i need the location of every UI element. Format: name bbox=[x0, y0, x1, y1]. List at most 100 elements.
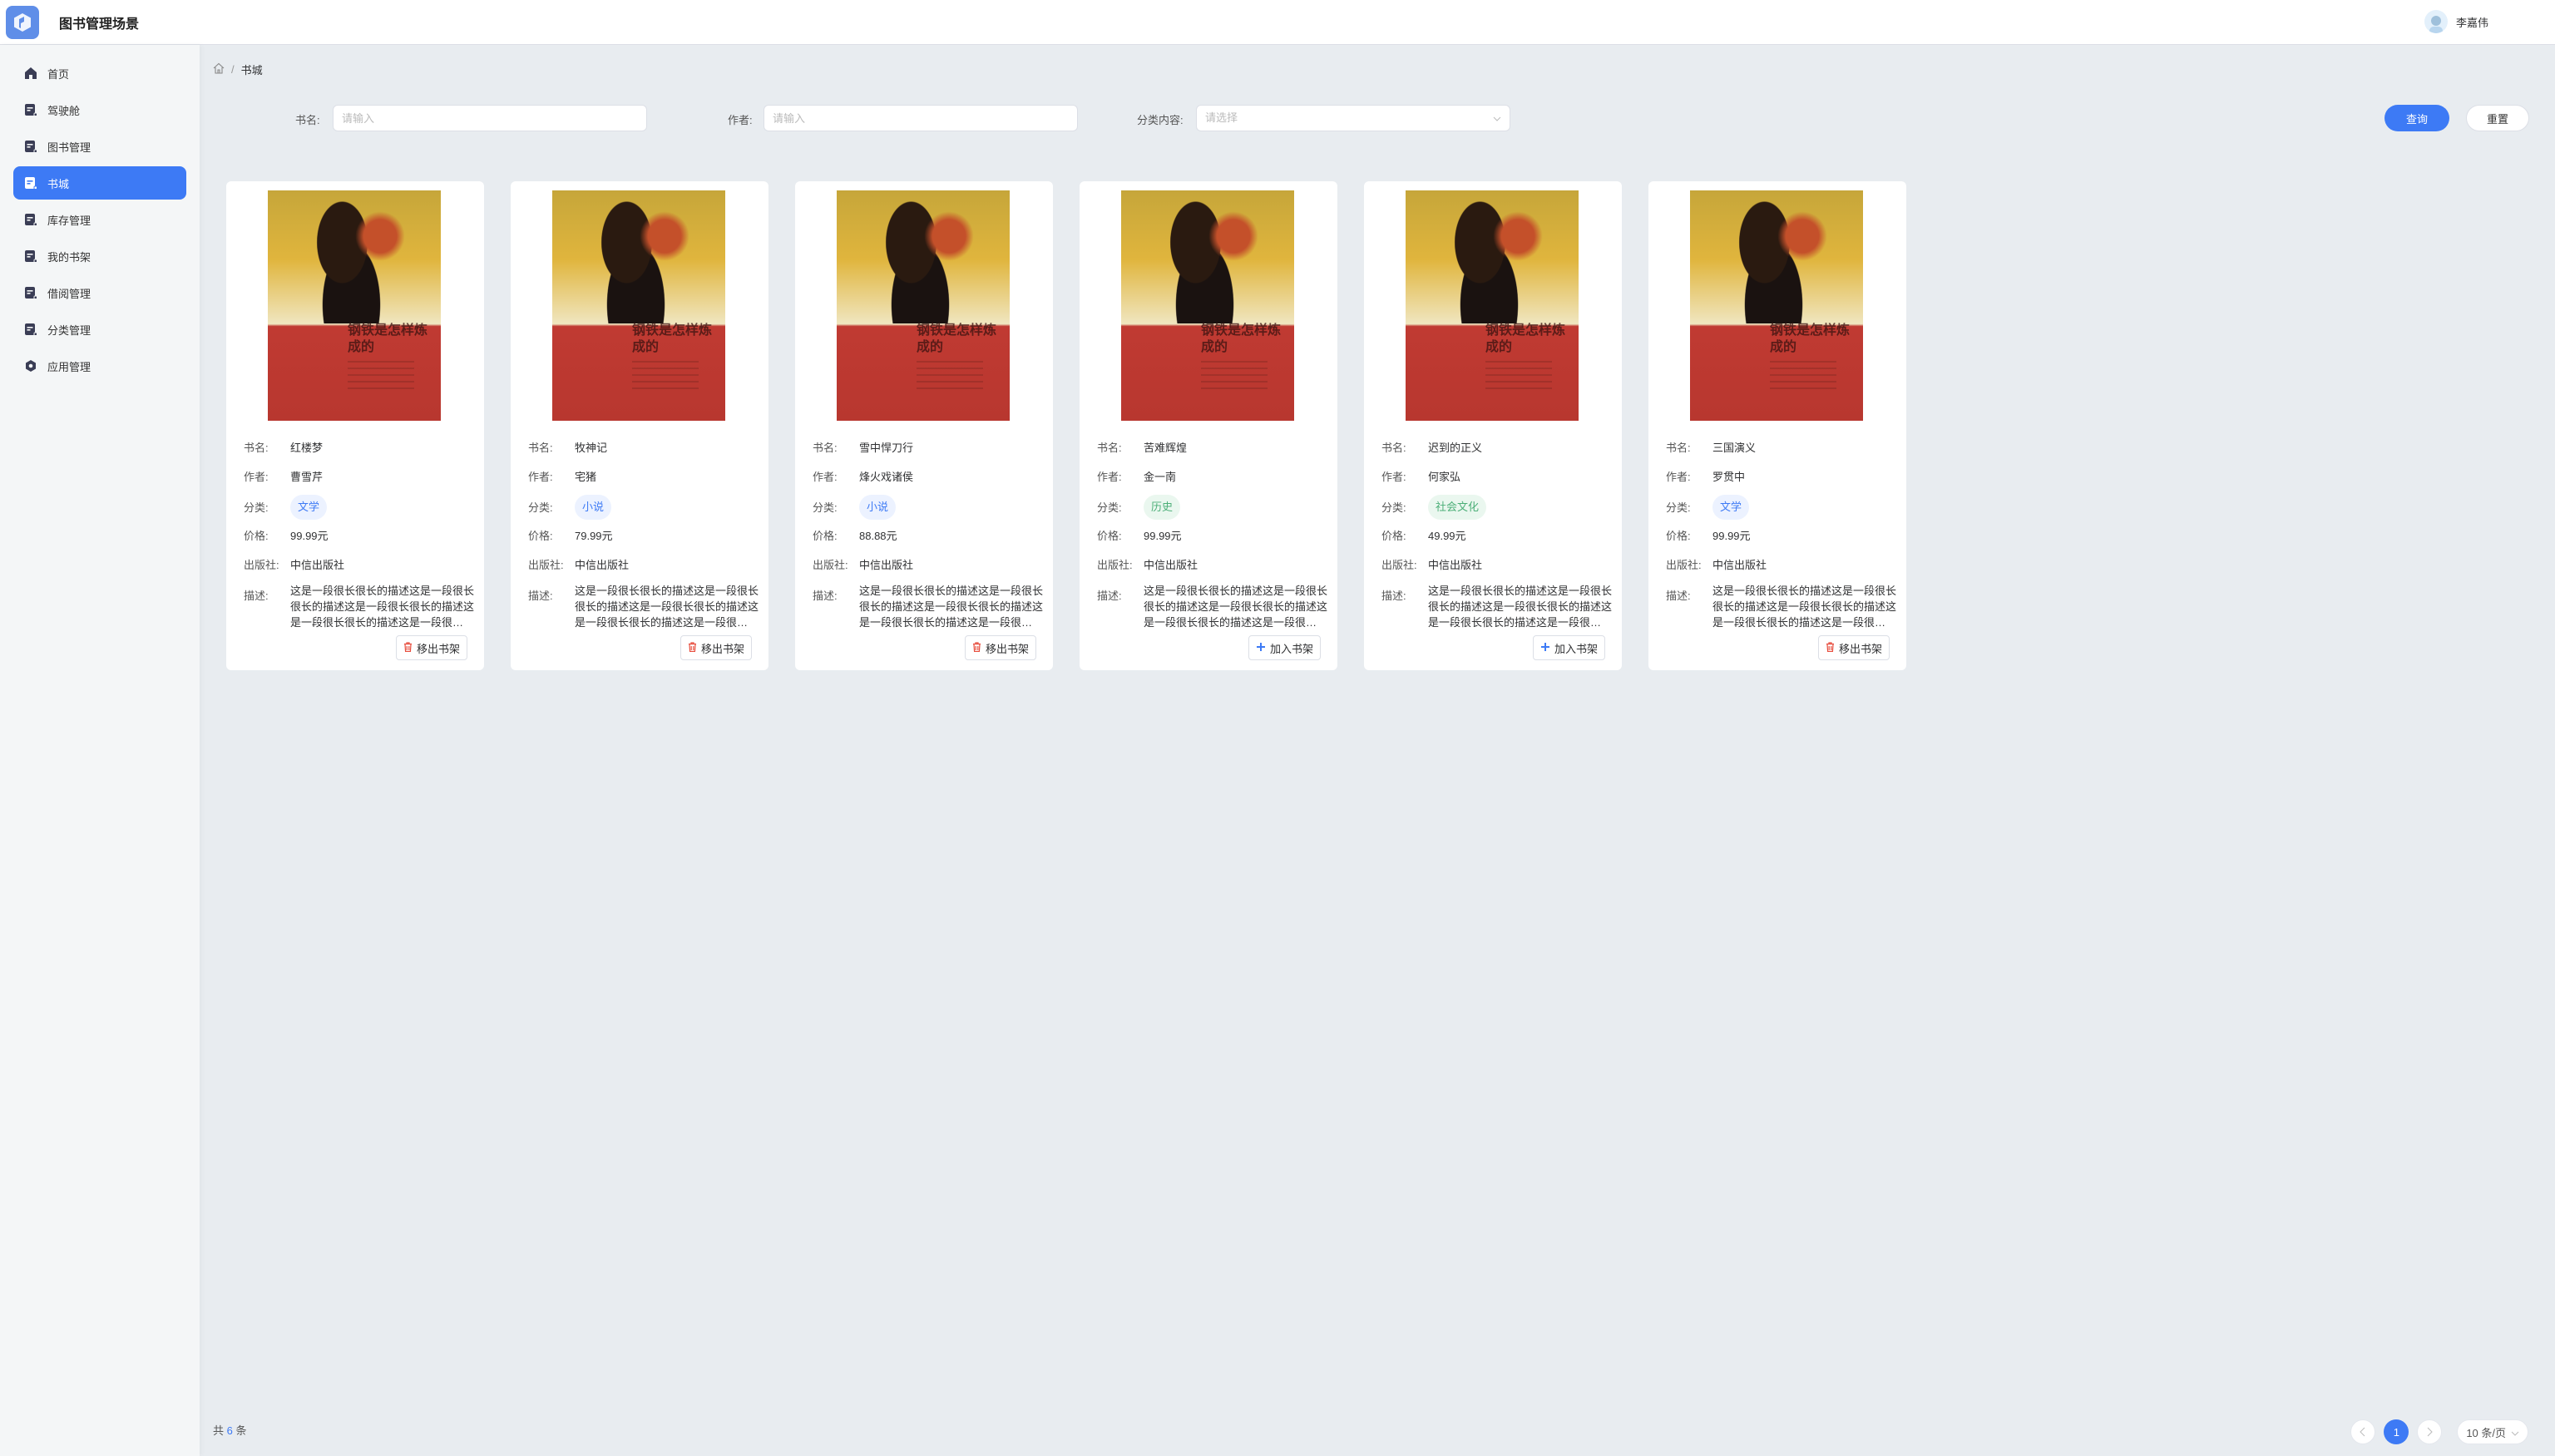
page-size-select[interactable]: 10 条/页 bbox=[2457, 1419, 2528, 1444]
field-label: 书名: bbox=[1097, 442, 1122, 454]
page-size-value: 10 条/页 bbox=[2466, 1426, 2506, 1439]
next-page-button[interactable] bbox=[2417, 1419, 2443, 1444]
user-menu[interactable]: 李嘉伟 bbox=[2424, 10, 2488, 33]
app-logo bbox=[6, 5, 39, 39]
total-prefix: 共 bbox=[213, 1424, 225, 1437]
sidebar-item-8[interactable]: 应用管理 bbox=[13, 349, 186, 383]
sidebar: 首页 驾驶舱图书管理书城 库存管理 我的书架 借阅管理分类管理 应用管理 bbox=[0, 45, 200, 1456]
breadcrumb: / 书城 bbox=[213, 62, 263, 77]
remove-from-shelf-button[interactable]: 移出书架 bbox=[1817, 635, 1890, 660]
book-name: 三国演义 bbox=[1712, 442, 1757, 454]
field-label: 作者: bbox=[813, 471, 838, 483]
book-card: 钢铁是怎样炼成的 书名: 三国演义 作者: 罗贯中 分类: 文学 价格: 99.99元 … bbox=[1648, 181, 1906, 670]
remove-from-shelf-button[interactable]: 移出书架 bbox=[964, 635, 1036, 660]
add-to-shelf-button[interactable]: 加入书架 bbox=[1532, 635, 1605, 660]
field-label: 书名: bbox=[1381, 442, 1406, 454]
book-author-row: 作者: 曹雪芹 bbox=[244, 469, 474, 485]
total-number: 6 bbox=[226, 1424, 233, 1437]
book-name-row: 书名: 三国演义 bbox=[1666, 440, 1896, 456]
avatar bbox=[2424, 10, 2448, 33]
book-cover-image: 钢铁是怎样炼成的 bbox=[268, 190, 441, 421]
book-price: 99.99元 bbox=[1144, 530, 1182, 542]
book-publisher: 中信出版社 bbox=[1428, 559, 1483, 571]
book-name-input[interactable] bbox=[333, 105, 647, 131]
book-publisher-row: 出版社: 中信出版社 bbox=[1666, 557, 1896, 573]
book-name: 牧神记 bbox=[575, 442, 608, 454]
book-category-row: 分类: 小说 bbox=[813, 495, 1043, 520]
field-label: 描述: bbox=[1381, 590, 1406, 602]
trash-icon bbox=[1826, 641, 1835, 654]
field-label: 描述: bbox=[528, 590, 553, 602]
book-author-row: 作者: 烽火戏诸侯 bbox=[813, 469, 1043, 485]
field-label: 书名: bbox=[813, 442, 838, 454]
field-label: 出版社: bbox=[813, 559, 848, 571]
field-label: 作者: bbox=[1097, 471, 1122, 483]
sidebar-item-1[interactable]: 驾驶舱 bbox=[13, 93, 186, 126]
remove-from-shelf-button[interactable]: 移出书架 bbox=[680, 635, 752, 660]
book-name: 雪中悍刀行 bbox=[859, 442, 914, 454]
book-author-row: 作者: 金一南 bbox=[1097, 469, 1327, 485]
button-label: 加入书架 bbox=[1269, 642, 1313, 655]
book-desc-row: 描述: 这是一段很长很长的描述这是一段很长很长的描述这是一段很长很长的描述这是一段… bbox=[1097, 583, 1327, 630]
page-1-button[interactable]: 1 bbox=[2384, 1419, 2409, 1444]
book-author-row: 作者: 罗贯中 bbox=[1666, 469, 1896, 485]
prev-page-button[interactable] bbox=[2350, 1419, 2376, 1444]
book-card-list: 钢铁是怎样炼成的 书名: 红楼梦 作者: 曹雪芹 分类: 文学 价格: 99.99元 出… bbox=[226, 181, 1906, 670]
book-name-row: 书名: 红楼梦 bbox=[244, 440, 474, 456]
button-label: 移出书架 bbox=[416, 642, 460, 655]
button-label: 移出书架 bbox=[1838, 642, 1882, 655]
total-count: 共 6 条 bbox=[213, 1422, 247, 1438]
home-icon[interactable] bbox=[213, 62, 225, 77]
book-cover-image: 钢铁是怎样炼成的 bbox=[552, 190, 725, 421]
field-label: 分类: bbox=[1097, 501, 1122, 514]
pagination: 1 10 条/页 bbox=[2350, 1419, 2528, 1444]
sidebar-item-4[interactable]: 库存管理 bbox=[13, 203, 186, 236]
book-desc-row: 描述: 这是一段很长很长的描述这是一段很长很长的描述这是一段很长很长的描述这是一段… bbox=[1381, 583, 1612, 630]
book-desc-row: 描述: 这是一段很长很长的描述这是一段很长很长的描述这是一段很长很长的描述这是一段… bbox=[813, 583, 1043, 630]
remove-from-shelf-button[interactable]: 移出书架 bbox=[395, 635, 467, 660]
book-name: 红楼梦 bbox=[290, 442, 324, 454]
sidebar-item-3[interactable]: 书城 bbox=[13, 166, 186, 200]
category-select-placeholder: 请选择 bbox=[1205, 111, 1238, 124]
book-name-row: 书名: 迟到的正义 bbox=[1381, 440, 1612, 456]
field-label: 价格: bbox=[244, 530, 269, 542]
sidebar-item-label: 图书管理 bbox=[47, 141, 91, 154]
category-select[interactable]: 请选择 bbox=[1196, 105, 1510, 131]
category-tag: 小说 bbox=[575, 495, 612, 520]
field-label: 出版社: bbox=[528, 559, 564, 571]
document-icon bbox=[24, 323, 37, 336]
field-label: 价格: bbox=[1097, 530, 1122, 542]
app-title: 图书管理场景 bbox=[59, 17, 140, 32]
query-button[interactable]: 查询 bbox=[2385, 105, 2449, 131]
book-price-row: 价格: 99.99元 bbox=[1097, 528, 1327, 544]
field-label: 书名: bbox=[1666, 442, 1691, 454]
document-icon bbox=[24, 140, 37, 153]
field-label: 作者: bbox=[1666, 471, 1691, 483]
book-cover-image: 钢铁是怎样炼成的 bbox=[1690, 190, 1863, 421]
add-to-shelf-button[interactable]: 加入书架 bbox=[1248, 635, 1321, 660]
book-category-row: 分类: 社会文化 bbox=[1381, 495, 1612, 520]
book-publisher: 中信出版社 bbox=[859, 559, 914, 571]
book-author: 烽火戏诸侯 bbox=[859, 471, 914, 483]
book-description: 这是一段很长很长的描述这是一段很长很长的描述这是一段很长很长的描述这是一段很长很… bbox=[575, 585, 759, 629]
sidebar-item-6[interactable]: 借阅管理 bbox=[13, 276, 186, 309]
sidebar-item-0[interactable]: 首页 bbox=[13, 57, 186, 90]
book-description: 这是一段很长很长的描述这是一段很长很长的描述这是一段很长很长的描述这是一段很长很… bbox=[1144, 585, 1327, 629]
book-name-row: 书名: 苦难辉煌 bbox=[1097, 440, 1327, 456]
sidebar-item-2[interactable]: 图书管理 bbox=[13, 130, 186, 163]
book-price-row: 价格: 49.99元 bbox=[1381, 528, 1612, 544]
field-label: 出版社: bbox=[1381, 559, 1417, 571]
chevron-down-icon bbox=[2511, 1426, 2519, 1439]
book-name-label: 书名: bbox=[295, 114, 320, 126]
author-label: 作者: bbox=[728, 114, 753, 126]
sidebar-item-7[interactable]: 分类管理 bbox=[13, 313, 186, 346]
search-bar: 书名: 作者: 分类内容: 请选择 查询 重置 bbox=[200, 105, 2555, 131]
sidebar-item-5[interactable]: 我的书架 bbox=[13, 239, 186, 273]
button-label: 移出书架 bbox=[700, 642, 744, 655]
book-price-row: 价格: 79.99元 bbox=[528, 528, 759, 544]
author-input[interactable] bbox=[764, 105, 1078, 131]
book-category-row: 分类: 文学 bbox=[244, 495, 474, 520]
document-icon bbox=[24, 286, 37, 299]
reset-button[interactable]: 重置 bbox=[2466, 105, 2529, 131]
book-desc-row: 描述: 这是一段很长很长的描述这是一段很长很长的描述这是一段很长很长的描述这是一段… bbox=[1666, 583, 1896, 630]
